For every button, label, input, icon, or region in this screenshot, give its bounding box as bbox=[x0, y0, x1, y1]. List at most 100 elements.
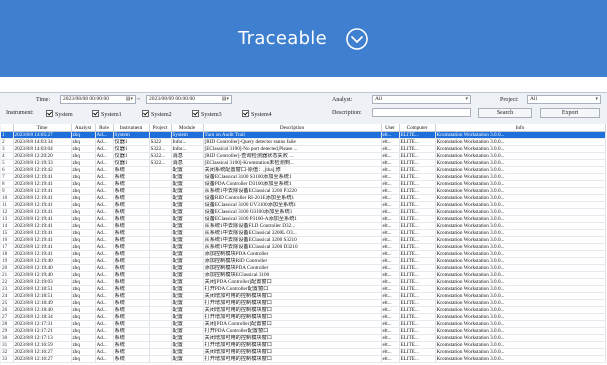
instrument-checkbox-system3[interactable]: System3 bbox=[192, 110, 222, 118]
table-row[interactable]: 16 2023/8/8 12:19:41 zhq Ad... 系统 配置 从系统1中去除设备… bbox=[1, 236, 606, 244]
cell-project: S322... bbox=[149, 159, 172, 167]
column-header-analyst[interactable]: Analyst bbox=[71, 124, 96, 132]
cell-description: 关闭系统配置窗口-原值：,[tha],修 bbox=[203, 166, 382, 174]
cell-row-number: 3 bbox=[1, 145, 14, 153]
cell-description: 打开PDA Controller配置窗口 bbox=[203, 285, 382, 293]
instrument-checkbox-system1[interactable]: System1 bbox=[92, 110, 122, 118]
banner-title: Traceable bbox=[238, 28, 327, 49]
cell-module: System bbox=[171, 131, 204, 139]
cell-instrument: 系统 bbox=[113, 334, 150, 342]
column-header-user[interactable]: User bbox=[381, 124, 400, 132]
table-row[interactable]: 14 2023/8/8 12:19:41 zhq Ad... 系统 配置 从系统1中去除设备… bbox=[1, 222, 606, 230]
table-row[interactable]: 3 2023/8/8 14:03:04 zhq Ad... 仪器1 S322... Info… bbox=[1, 145, 606, 153]
table-row[interactable]: 12 2023/8/8 12:19:41 zhq Ad... 系统 配置 设备EClassi… bbox=[1, 208, 606, 216]
cell-role: Ad... bbox=[95, 145, 114, 153]
cell-role: Ad... bbox=[95, 173, 114, 181]
table-row[interactable]: 32 2023/8/8 12:16:27 zhq Ad... 系统 配置 关闭增加可用的控制… bbox=[1, 348, 606, 356]
cell-role: Ad... bbox=[95, 313, 114, 321]
table-row[interactable]: 25 2023/8/8 12:18:49 zhq Ad... 系统 配置 打开增加可用的控制… bbox=[1, 299, 606, 307]
cell-time: 2023/8/8 12:19:41 bbox=[13, 229, 72, 237]
checkbox-checked-icon[interactable] bbox=[46, 110, 53, 117]
cell-computer: ELITE... bbox=[399, 313, 436, 321]
table-row[interactable]: 28 2023/8/8 12:17:31 zhq Ad... 系统 配置 关闭[PDA Co… bbox=[1, 320, 606, 328]
audit-table-container[interactable]: Time Analyst Role Instrument Project Module De… bbox=[1, 124, 607, 365]
calendar-dropdown-icon[interactable]: ▤▾ bbox=[126, 96, 133, 103]
time-to-value: 2023/08/09 00:00:00 bbox=[149, 96, 195, 102]
column-header-time[interactable]: Time bbox=[13, 124, 72, 132]
description-input[interactable] bbox=[372, 108, 471, 117]
cell-description: 打开增加可用的控制模块窗口 bbox=[203, 313, 382, 321]
project-select[interactable]: All ▾ bbox=[527, 95, 601, 104]
export-button[interactable]: Export bbox=[540, 108, 600, 118]
table-row[interactable]: 15 2023/8/8 12:19:41 zhq Ad... 系统 配置 从系统1中去除设备… bbox=[1, 229, 606, 237]
table-row[interactable]: 7 2023/8/8 12:19:41 zhq Ad... 系统 配置 设备EClassic… bbox=[1, 173, 606, 181]
cell-computer: ELITE... bbox=[399, 138, 436, 146]
checkbox-checked-icon[interactable] bbox=[92, 110, 99, 117]
table-row[interactable]: 13 2023/8/8 12:19:41 zhq Ad... 系统 配置 设备EClassi… bbox=[1, 215, 606, 223]
checkbox-checked-icon[interactable] bbox=[192, 110, 199, 117]
time-from-input[interactable]: 2023/08/08 00:00:00 ▤▾ bbox=[60, 95, 136, 104]
table-row[interactable]: 31 2023/8/8 12:16:59 zhq Ad... 系统 配置 打开增加可用的控制… bbox=[1, 341, 606, 349]
table-row[interactable]: 30 2023/8/8 12:17:13 zhq Ad... 系统 配置 关闭增加可用的控制… bbox=[1, 334, 606, 342]
cell-info: Kromstation Workstation 3.0.0... bbox=[435, 152, 606, 160]
cell-info: Kromstation Workstation 3.0.0... bbox=[435, 180, 606, 188]
cell-module: 配置 bbox=[171, 250, 204, 258]
cell-analyst: zhq bbox=[71, 355, 96, 363]
analyst-select[interactable]: All ▾ bbox=[372, 95, 471, 104]
cell-role: Ad... bbox=[95, 222, 114, 230]
column-header-row-number[interactable] bbox=[1, 124, 14, 132]
table-row[interactable]: 6 2023/8/8 12:19:42 zhq Ad... 系统 配置 关闭系统配置窗口-原… bbox=[1, 166, 606, 174]
instrument-checkbox-system[interactable]: System bbox=[46, 110, 73, 118]
chevron-down-circle-icon[interactable] bbox=[345, 27, 369, 51]
table-row[interactable]: 17 2023/8/8 12:19:41 zhq Ad... 系统 配置 从系统1中去除设备… bbox=[1, 243, 606, 251]
table-row[interactable]: 2 2023/8/8 14:03:34 zhq Ad... 仪器1 S322 Infor..… bbox=[1, 138, 606, 146]
cell-role: Ad... bbox=[95, 355, 114, 363]
cell-info: Kromstation Workstation 3.0.0... bbox=[435, 264, 606, 272]
cell-description: [RID Controller]-Query detector status f… bbox=[203, 138, 382, 146]
cell-project bbox=[149, 187, 172, 195]
table-row[interactable]: 24 2023/8/8 12:18:51 zhq Ad... 系统 配置 关闭增加可用的控制… bbox=[1, 292, 606, 300]
cell-role: Ad... bbox=[95, 271, 114, 279]
cell-role: Ad... bbox=[95, 348, 114, 356]
search-button[interactable]: Search bbox=[478, 108, 532, 118]
cell-time: 2023/8/8 12:19:42 bbox=[13, 166, 72, 174]
table-row[interactable]: 23 2023/8/8 12:18:51 zhq Ad... 系统 配置 打开PDA Con… bbox=[1, 285, 606, 293]
table-row[interactable]: 20 2023/8/8 12:19:40 zhq Ad... 系统 配置 添加控制模块PDA… bbox=[1, 264, 606, 272]
table-row[interactable]: 18 2023/8/8 12:19:41 zhq Ad... 系统 配置 添加控制模块PDA… bbox=[1, 250, 606, 258]
cell-description: 从系统1中去除设备EClassical 3200 P3220 bbox=[203, 187, 382, 195]
cell-time: 2023/8/8 12:19:41 bbox=[13, 222, 72, 230]
table-row[interactable]: 26 2023/8/8 12:18:40 zhq Ad... 系统 配置 关闭增加可用的控制… bbox=[1, 306, 606, 314]
table-row[interactable]: 8 2023/8/8 12:19:41 zhq Ad... 系统 配置 设备PDA Cont… bbox=[1, 180, 606, 188]
time-to-input[interactable]: 2023/08/09 00:00:00 ▤▾ bbox=[146, 95, 232, 104]
column-header-role[interactable]: Role bbox=[95, 124, 114, 132]
calendar-dropdown-icon[interactable]: ▤▾ bbox=[222, 96, 229, 103]
instrument-checkbox-system2[interactable]: System2 bbox=[142, 110, 172, 118]
table-row[interactable]: 4 2023/8/8 12:20:20 zhq Ad... 仪器1 S322... 消息 [R… bbox=[1, 152, 606, 160]
table-row[interactable]: 5 2023/8/8 12:19:33 zhq Ad... 仪器1 S322... 消息 [E… bbox=[1, 159, 606, 167]
cell-project bbox=[149, 292, 172, 300]
instrument-checkbox-system4[interactable]: System4 bbox=[242, 110, 272, 118]
cell-info: Kromstation Workstation 3.0.0... bbox=[435, 145, 606, 153]
table-row[interactable]: 29 2023/8/8 12:17:21 zhq Ad... 系统 配置 打开PDA Con… bbox=[1, 327, 606, 335]
table-row[interactable]: 27 2023/8/8 12:18:34 zhq Ad... 系统 配置 打开增加可用的控制… bbox=[1, 313, 606, 321]
column-header-computer[interactable]: Computer bbox=[399, 124, 436, 132]
table-row[interactable]: 10 2023/8/8 12:19:41 zhq Ad... 系统 配置 设备RID Con… bbox=[1, 194, 606, 202]
checkbox-checked-icon[interactable] bbox=[142, 110, 149, 117]
column-header-project[interactable]: Project bbox=[149, 124, 172, 132]
column-header-description[interactable]: Description bbox=[203, 124, 382, 132]
table-row[interactable]: 33 2023/8/8 12:16:27 zhq Ad... 系统 配置 打开增加可用的控制… bbox=[1, 355, 606, 363]
column-header-instrument[interactable]: Instrument bbox=[113, 124, 150, 132]
table-row[interactable]: 22 2023/8/8 12:19:03 zhq Ad... 系统 配置 关闭[PDA Co… bbox=[1, 278, 606, 286]
cell-info: Kromstation Workstation 3.0.0... bbox=[435, 173, 606, 181]
checkbox-checked-icon[interactable] bbox=[242, 110, 249, 117]
column-header-module[interactable]: Module bbox=[171, 124, 204, 132]
cell-user: elt... bbox=[381, 208, 400, 216]
table-row[interactable]: 11 2023/8/8 12:19:41 zhq Ad... 系统 配置 设备EClassi… bbox=[1, 201, 606, 209]
table-row[interactable]: 19 2023/8/8 12:19:40 zhq Ad... 系统 配置 添加控制模块RID… bbox=[1, 257, 606, 265]
table-row[interactable]: 1 2023/8/8 14:05:27 zhq Ad... System System Tu… bbox=[1, 131, 606, 139]
cell-time: 2023/8/8 12:17:31 bbox=[13, 320, 72, 328]
table-row[interactable]: 9 2023/8/8 12:19:41 zhq Ad... 系统 配置 从系统1中去除设备E… bbox=[1, 187, 606, 195]
table-row[interactable]: 21 2023/8/8 12:19:40 zhq Ad... 系统 配置 添加控制模块ECl… bbox=[1, 271, 606, 279]
column-header-info[interactable]: Info bbox=[435, 124, 606, 132]
cell-computer: ELITE... bbox=[399, 299, 436, 307]
